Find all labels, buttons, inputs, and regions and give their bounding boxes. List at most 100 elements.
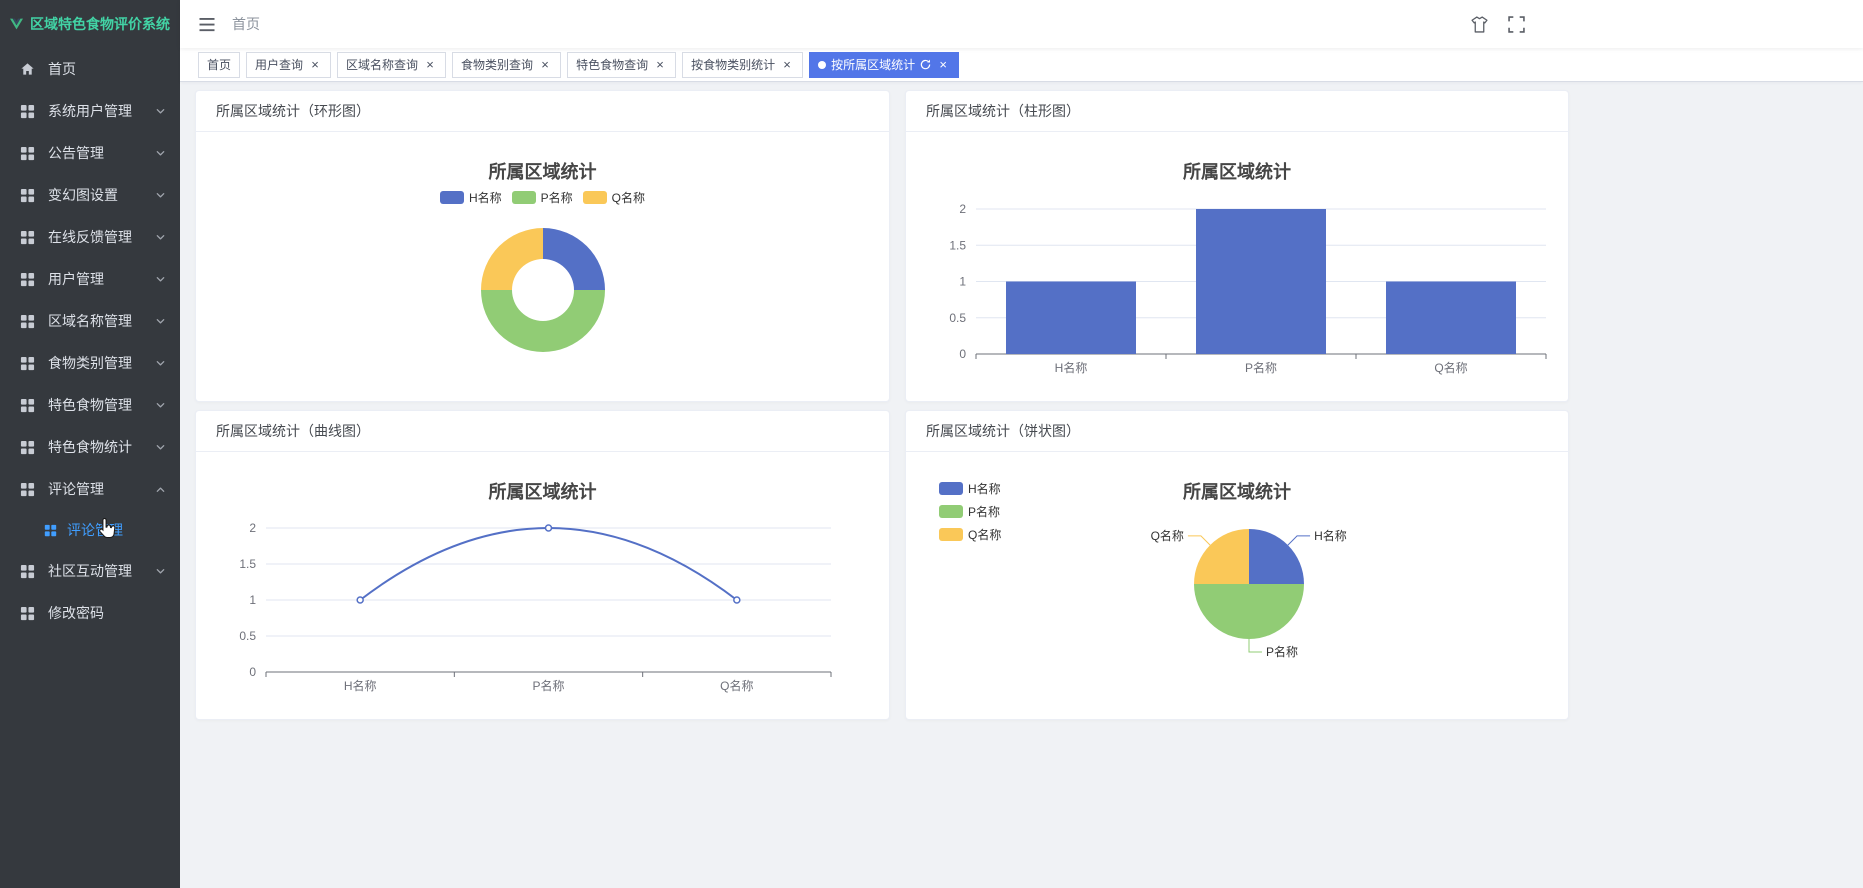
hamburger-icon[interactable]	[198, 17, 216, 32]
chevron-down-icon	[155, 232, 166, 243]
sidebar-item-region-name-mgmt[interactable]: 区域名称管理	[0, 300, 180, 342]
tab-label: 食物类别查询	[461, 58, 534, 72]
tab-region-name-query[interactable]: 区域名称查询 ×	[337, 51, 447, 78]
chevron-down-icon	[155, 400, 166, 411]
legend-marker	[582, 191, 607, 204]
panel-line-chart: 所属区域统计（曲线图） 所属区域统计 0 0.5 1 1.5 2 H名称 P名称 Q名称	[195, 410, 890, 720]
sidebar-item-announcement-mgmt[interactable]: 公告管理	[0, 132, 180, 174]
svg-text:1.5: 1.5	[239, 557, 256, 571]
legend-label: Q名称	[611, 191, 646, 205]
tab-food-category-query[interactable]: 食物类别查询 ×	[452, 51, 562, 78]
grid-icon	[20, 564, 35, 579]
logo-icon	[10, 18, 23, 30]
panel-header: 所属区域统计（饼状图）	[906, 411, 1568, 452]
legend-item[interactable]: P名称	[511, 189, 573, 206]
theme-icon[interactable]	[1471, 15, 1488, 33]
panel-header: 所属区域统计（环形图）	[196, 91, 889, 132]
svg-text:1.5: 1.5	[949, 238, 966, 252]
sidebar-item-feedback-mgmt[interactable]: 在线反馈管理	[0, 216, 180, 258]
svg-text:H名称: H名称	[344, 678, 377, 693]
sidebar: 区域特色食物评价系统 首页 系统用户管理 公告管理 变幻图设置 在线反馈管理 用…	[0, 0, 180, 888]
bar	[1196, 209, 1326, 354]
breadcrumb[interactable]: 首页	[232, 14, 260, 34]
tab-label: 按所属区域统计	[831, 58, 916, 72]
sidebar-item-label: 变幻图设置	[48, 187, 118, 203]
svg-text:0: 0	[959, 347, 966, 361]
svg-text:Q名称: Q名称	[1434, 360, 1467, 375]
tab-label: 区域名称查询	[346, 58, 419, 72]
grid-icon	[20, 482, 35, 497]
refresh-icon[interactable]	[920, 59, 931, 70]
svg-text:2: 2	[249, 521, 256, 535]
close-icon[interactable]: ×	[780, 58, 794, 72]
sidebar-item-comment-mgmt[interactable]: 评论管理	[0, 468, 180, 510]
sidebar-item-food-category-mgmt[interactable]: 食物类别管理	[0, 342, 180, 384]
grid-icon	[20, 314, 35, 329]
grid-icon	[20, 104, 35, 119]
chart-legend: H名称 P名称 Q名称	[196, 189, 889, 206]
bar	[1386, 281, 1516, 354]
legend-item[interactable]: Q名称	[582, 189, 646, 206]
panel-header: 所属区域统计（柱形图）	[906, 91, 1568, 132]
panel-pie-chart: 所属区域统计（饼状图） 所属区域统计 H名称 P名称 Q名称 H名称 P名称 Q名称	[905, 410, 1569, 720]
tab-food-category-stats[interactable]: 按食物类别统计 ×	[682, 51, 804, 78]
tab-label: 用户查询	[255, 58, 304, 72]
sidebar-item-label: 食物类别管理	[48, 355, 132, 371]
chart-legend: H名称 P名称 Q名称	[939, 480, 1001, 543]
sidebar-item-label: 用户管理	[48, 271, 104, 287]
chevron-down-icon	[155, 190, 166, 201]
close-icon[interactable]: ×	[538, 58, 552, 72]
svg-text:Q名称: Q名称	[720, 678, 753, 693]
sidebar-item-label: 在线反馈管理	[48, 229, 132, 245]
bar-chart-area: 所属区域统计 0 0.5 1 1.5 2 H名称 P名称 Q名称	[906, 132, 1568, 401]
data-point	[733, 596, 741, 604]
pie-label-line	[1287, 535, 1311, 546]
fullscreen-icon[interactable]	[1508, 15, 1525, 33]
sidebar-subitem-label: 评论管理	[67, 522, 123, 538]
legend-item[interactable]: H名称	[439, 189, 502, 206]
sidebar-item-special-food-stats[interactable]: 特色食物统计	[0, 426, 180, 468]
bar	[1006, 281, 1136, 354]
sidebar-item-banner-settings[interactable]: 变幻图设置	[0, 174, 180, 216]
chevron-down-icon	[155, 442, 166, 453]
grid-icon	[20, 230, 35, 245]
close-icon[interactable]: ×	[308, 58, 322, 72]
sidebar-item-label: 公告管理	[48, 145, 104, 161]
breadcrumb-home[interactable]: 首页	[232, 16, 260, 32]
legend-item[interactable]: Q名称	[939, 526, 1001, 543]
legend-label: P名称	[968, 505, 1001, 519]
svg-text:H名称: H名称	[1055, 360, 1088, 375]
close-icon[interactable]: ×	[423, 58, 437, 72]
chevron-up-icon	[155, 484, 166, 495]
sidebar-item-community-mgmt[interactable]: 社区互动管理	[0, 550, 180, 592]
sidebar-item-label: 评论管理	[48, 481, 104, 497]
topbar-actions	[1471, 15, 1845, 33]
pie-label: H名称	[1314, 528, 1347, 543]
sidebar-item-system-user-mgmt[interactable]: 系统用户管理	[0, 90, 180, 132]
legend-item[interactable]: P名称	[939, 503, 1001, 520]
tab-label: 特色食物查询	[576, 58, 649, 72]
app-logo[interactable]: 区域特色食物评价系统	[0, 0, 180, 48]
tab-user-query[interactable]: 用户查询 ×	[246, 51, 332, 78]
tab-home[interactable]: 首页	[198, 51, 241, 78]
data-point	[356, 596, 364, 604]
sidebar-subitem-comment-mgmt[interactable]: 评论管理	[0, 510, 180, 550]
tab-label: 按食物类别统计	[691, 58, 776, 72]
pie-label: Q名称	[1151, 528, 1184, 543]
grid-icon	[20, 398, 35, 413]
tab-region-stats[interactable]: 按所属区域统计 ×	[809, 51, 960, 78]
pie-chart-area: 所属区域统计 H名称 P名称 Q名称 H名称 P名称 Q名称	[906, 452, 1568, 719]
sidebar-item-home[interactable]: 首页	[0, 48, 180, 90]
close-icon[interactable]: ×	[936, 58, 950, 72]
legend-marker	[939, 505, 963, 518]
sidebar-item-user-mgmt[interactable]: 用户管理	[0, 258, 180, 300]
legend-item[interactable]: H名称	[939, 480, 1001, 497]
close-icon[interactable]: ×	[653, 58, 667, 72]
chevron-down-icon	[155, 566, 166, 577]
tab-special-food-query[interactable]: 特色食物查询 ×	[567, 51, 677, 78]
svg-text:P名称: P名称	[532, 678, 564, 693]
sidebar-item-change-password[interactable]: 修改密码	[0, 592, 180, 634]
panel-donut-chart: 所属区域统计（环形图） 所属区域统计 H名称 P名称 Q名称	[195, 90, 890, 402]
panel-header: 所属区域统计（曲线图）	[196, 411, 889, 452]
sidebar-item-special-food-mgmt[interactable]: 特色食物管理	[0, 384, 180, 426]
